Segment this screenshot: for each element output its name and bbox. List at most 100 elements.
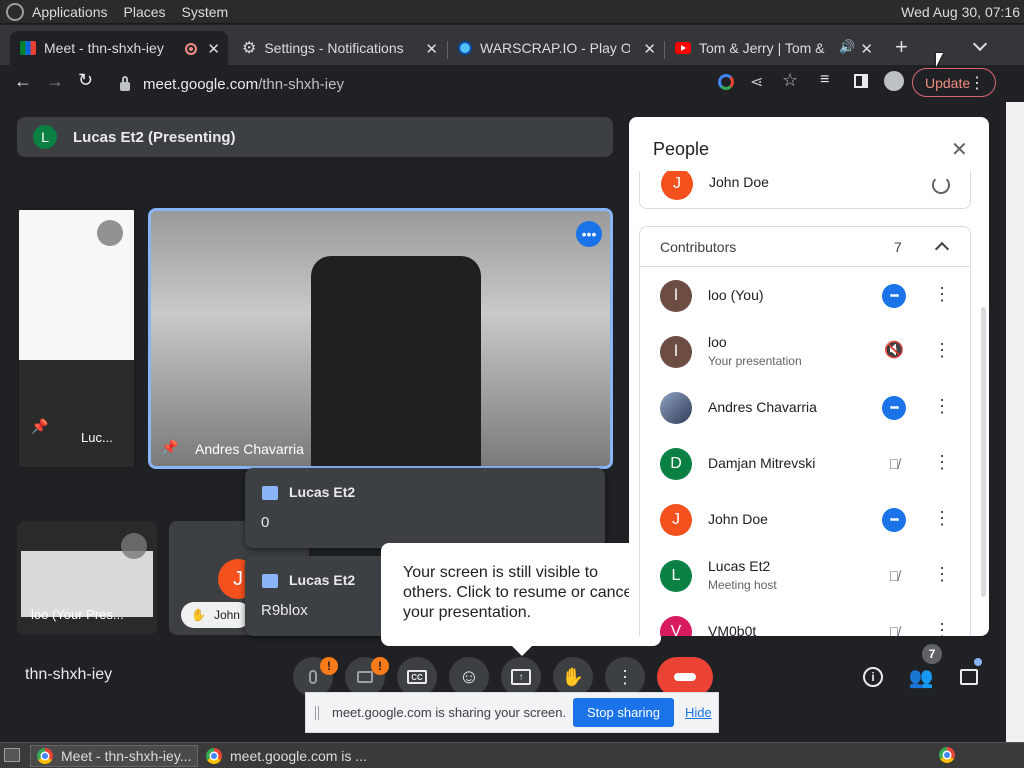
applications-menu[interactable]: Applications (32, 4, 108, 20)
more-actions-icon[interactable]: ••• (882, 284, 906, 308)
video-tile-lucas-presentation[interactable]: 📌 Luc... (17, 208, 136, 469)
tab-meet[interactable]: Meet - thn-shxh-iey ✕ (10, 31, 228, 65)
places-menu[interactable]: Places (124, 4, 166, 20)
participant-row[interactable]: J John Doe ••• ⋮ (641, 492, 959, 548)
camera-warning-badge: ! (371, 657, 389, 675)
google-lens-icon[interactable] (718, 74, 734, 90)
stop-sharing-button[interactable]: Stop sharing (573, 698, 674, 727)
tab-close-icon[interactable]: ✕ (425, 40, 438, 58)
forward-arrow-icon[interactable]: → (46, 71, 64, 92)
chat-message-icon (262, 574, 278, 588)
screen-sharing-bar: meet.google.com is sharing your screen. … (305, 692, 719, 733)
more-vert-icon[interactable]: ⋮ (930, 340, 954, 364)
new-tab-button[interactable]: + (895, 34, 908, 60)
reload-icon[interactable]: ↻ (78, 70, 93, 91)
tab-warscrap[interactable]: WARSCRAP.IO - Play Onl ✕ (448, 31, 664, 65)
participant-row[interactable]: L Lucas Et2 Meeting host 🎙̸ ⋮ (641, 548, 959, 604)
tab-close-icon[interactable]: ✕ (860, 40, 873, 58)
hide-link[interactable]: Hide (685, 705, 712, 720)
participant-row[interactable]: l loo (You) ••• ⋮ (641, 268, 959, 324)
more-vert-icon[interactable]: ⋮ (930, 564, 954, 588)
chrome-icon (37, 748, 53, 764)
chat-message: 0 (261, 514, 270, 531)
participant-name: Andres Chavarria (708, 399, 817, 415)
lock-icon[interactable] (120, 76, 130, 91)
present-screen-icon: ↑ (511, 669, 531, 685)
mouse-cursor-icon (936, 53, 943, 67)
more-vert-icon[interactable]: ⋮ (930, 396, 954, 420)
audio-playing-icon[interactable]: 🔊 (839, 39, 855, 55)
tab-close-icon[interactable]: ✕ (643, 40, 656, 58)
chat-sender: Lucas Et2 (289, 484, 356, 500)
address-bar[interactable]: meet.google.com/thn-shxh-iey (108, 69, 712, 99)
update-button[interactable]: Update ⋮ (912, 68, 996, 97)
chat-button[interactable] (949, 657, 989, 697)
more-vert-icon: ⋮ (616, 666, 634, 687)
url-host: meet.google.com (143, 75, 259, 93)
panel-scrollbar[interactable] (981, 307, 986, 597)
bookmark-star-icon[interactable]: ☆ (782, 70, 798, 91)
participant-name: John (213, 608, 240, 622)
chat-notification[interactable]: Lucas Et2 0 (245, 468, 605, 548)
mic-off-icon[interactable]: 🎙̸ (882, 620, 906, 636)
system-logo-icon[interactable] (6, 2, 24, 21)
system-menu[interactable]: System (182, 4, 229, 20)
raised-hand-icon: ✋ (191, 608, 206, 622)
participant-avatar: J (661, 171, 693, 200)
meeting-details-button[interactable]: i (853, 657, 893, 697)
volume-off-icon[interactable]: 🔇 (882, 340, 906, 364)
section-count: 7 (894, 239, 902, 255)
pin-icon[interactable]: 📌 (31, 418, 48, 435)
participant-name: John Doe (709, 174, 769, 190)
participant-avatar: l (660, 280, 692, 312)
contributors-header[interactable]: Contributors 7 (640, 227, 970, 267)
meeting-code[interactable]: thn-shxh-iey (25, 666, 112, 684)
more-actions-icon[interactable]: ••• (882, 396, 906, 420)
chevron-up-icon[interactable] (934, 241, 950, 257)
side-panel-icon[interactable] (854, 74, 868, 88)
tab-youtube[interactable]: Tom & Jerry | Tom & Je 🔊 ✕ (665, 31, 881, 65)
captions-button[interactable]: CC (397, 657, 437, 697)
tab-close-icon[interactable]: ✕ (207, 40, 220, 58)
video-tile-andres-chavarria[interactable]: ••• 📌 Andres Chavarria (148, 208, 613, 469)
raise-hand-button[interactable]: ✋ (553, 657, 593, 697)
more-vert-icon[interactable]: ⋮ (930, 284, 954, 308)
more-options-button[interactable]: ⋮ (605, 657, 645, 697)
video-tile-loo-presentation[interactable]: loo (Your Pres... (17, 521, 157, 635)
page-scrollbar[interactable] (1006, 102, 1024, 742)
taskbar-item-sharing[interactable]: meet.google.com is ... (200, 745, 368, 767)
participant-photo-avatar (660, 392, 692, 424)
participant-row[interactable]: l loo Your presentation 🔇 ⋮ (641, 324, 959, 380)
pin-icon[interactable]: 📌 (161, 439, 178, 456)
end-call-button[interactable] (657, 657, 713, 697)
share-icon[interactable]: ⋖ (750, 72, 763, 92)
tab-search-chevron-icon[interactable] (972, 36, 988, 52)
tab-settings[interactable]: ⚙ Settings - Notifications ✕ (232, 31, 446, 65)
participant-row[interactable]: V VM0b0t 🎙̸ ⋮ (641, 604, 959, 636)
more-vert-icon[interactable]: ⋮ (930, 620, 954, 636)
participant-row[interactable]: Andres Chavarria ••• ⋮ (641, 380, 959, 436)
drag-handle-icon[interactable] (315, 706, 319, 720)
more-actions-icon[interactable]: ••• (882, 508, 906, 532)
tooltip-text: Your screen is still visible to others. … (403, 564, 636, 621)
more-vert-icon[interactable]: ⋮ (930, 508, 954, 532)
more-vert-icon[interactable]: ⋮ (930, 452, 954, 476)
system-clock[interactable]: Wed Aug 30, 07:16 (901, 4, 1020, 20)
back-arrow-icon[interactable]: ← (14, 71, 32, 92)
tray-chrome-icon[interactable] (939, 747, 955, 763)
close-panel-icon[interactable]: ✕ (951, 137, 968, 162)
present-screen-button[interactable]: ↑ (501, 657, 541, 697)
more-options-icon[interactable]: ••• (576, 221, 602, 247)
taskbar-item-meet[interactable]: Meet - thn-shxh-iey... (30, 745, 198, 767)
reactions-button[interactable]: ☺ (449, 657, 489, 697)
kebab-menu-icon[interactable]: ⋮ (969, 73, 985, 93)
participant-name: Luc... (81, 430, 113, 445)
mic-off-icon[interactable]: 🎙̸ (882, 452, 906, 476)
participant-name: loo (708, 334, 727, 350)
show-desktop-icon[interactable] (4, 748, 20, 762)
media-controls-icon[interactable]: ≡ (820, 71, 829, 89)
mic-off-icon[interactable]: 🎙̸ (882, 564, 906, 588)
profile-avatar-icon[interactable] (884, 71, 904, 91)
chat-message-icon (262, 486, 278, 500)
participant-row[interactable]: D Damjan Mitrevski 🎙̸ ⋮ (641, 436, 959, 492)
